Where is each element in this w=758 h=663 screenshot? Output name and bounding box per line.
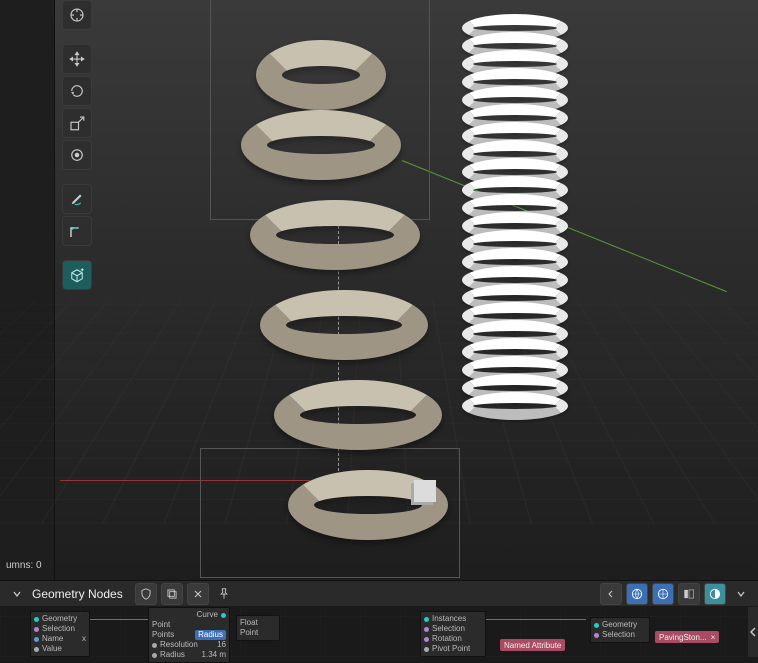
arrow-left-icon	[605, 588, 617, 600]
rotate-tool[interactable]	[62, 76, 92, 106]
node-curve[interactable]: Curve Point Points Radius Resolution 16 Ra…	[148, 607, 230, 663]
node-row-label: Pivot Point	[432, 644, 470, 654]
snap-globe-button-1[interactable]	[626, 583, 648, 605]
panel-toggle-right[interactable]	[704, 583, 726, 605]
node-row-label: Rotation	[432, 634, 462, 644]
node-field-value[interactable]: 1.34 m	[202, 650, 226, 660]
measure-icon	[68, 222, 86, 240]
node-row-label: Resolution	[160, 640, 198, 650]
node-row-label: Geometry	[602, 620, 637, 630]
cursor-tool[interactable]	[62, 0, 92, 30]
node-row-label: Selection	[42, 624, 75, 634]
node-row-label: Float	[240, 618, 258, 628]
move-tool[interactable]	[62, 44, 92, 74]
node-row-label: Value	[42, 644, 62, 654]
3d-viewport[interactable]	[0, 0, 758, 580]
node-row-label: Selection	[602, 630, 635, 640]
header-chevron[interactable]	[730, 583, 752, 605]
snap-globe-button-2[interactable]	[652, 583, 674, 605]
panel-left-icon	[682, 587, 696, 601]
editor-title: Geometry Nodes	[32, 587, 123, 601]
annotate-icon	[68, 190, 86, 208]
node-named-attribute[interactable]: Geometry Selection Name x Value	[30, 611, 90, 657]
transform-tool[interactable]	[62, 140, 92, 170]
globe-icon	[630, 587, 644, 601]
status-text: umns: 0	[6, 560, 42, 571]
duplicate-button[interactable]	[161, 583, 183, 605]
add-cube-tool[interactable]	[62, 260, 92, 290]
chevron-left-icon	[749, 627, 757, 637]
node-instances[interactable]: Instances Selection Rotation Pivot Point	[420, 611, 486, 657]
node-field-value[interactable]: x	[82, 634, 86, 644]
node-wire	[90, 619, 148, 620]
chevron-down-icon	[736, 589, 746, 599]
node-float-point[interactable]: Float Point	[236, 615, 280, 641]
node-field-value[interactable]: 16	[217, 640, 226, 650]
cube-icon	[68, 266, 86, 284]
spring-object-white[interactable]	[462, 14, 572, 419]
scale-tool[interactable]	[62, 108, 92, 138]
editor-type-dropdown[interactable]	[6, 583, 28, 605]
globe-icon	[656, 587, 670, 601]
node-field-value[interactable]: Radius	[195, 630, 226, 640]
node-row-label: Points	[152, 630, 174, 640]
node-badge-paving[interactable]: PavingSton... ×	[655, 631, 719, 643]
default-cube[interactable]	[414, 480, 436, 502]
node-geometry-out[interactable]: Geometry Selection	[590, 617, 650, 643]
annotate-tool[interactable]	[62, 184, 92, 214]
node-row-label: Point	[152, 620, 170, 630]
node-row-label: Radius	[160, 650, 185, 660]
node-editor-collapse-handle[interactable]	[748, 607, 758, 657]
viewport-toolbar	[62, 0, 92, 290]
arrow-left-button[interactable]	[600, 583, 622, 605]
panel-right-icon	[708, 587, 722, 601]
chevron-down-icon	[12, 589, 22, 599]
spiral-object-textured[interactable]	[246, 40, 426, 550]
badge-label: PavingSton...	[659, 633, 707, 642]
pin-button[interactable]	[213, 583, 235, 605]
node-row-label: Geometry	[42, 614, 77, 624]
node-graph-area[interactable]: Geometry Selection Name x Value Curve Poi…	[0, 607, 758, 657]
node-row-label: Instances	[432, 614, 466, 624]
measure-tool[interactable]	[62, 216, 92, 246]
node-editor-header: Geometry Nodes	[0, 581, 758, 607]
rotate-icon	[68, 82, 86, 100]
transform-icon	[68, 146, 86, 164]
scale-icon	[68, 114, 86, 132]
pin-icon	[217, 587, 231, 601]
close-button[interactable]	[187, 583, 209, 605]
close-icon	[192, 588, 204, 600]
node-badge-named-attribute[interactable]: Named Attribute	[500, 639, 565, 651]
node-header: Curve	[197, 610, 218, 620]
panel-toggle-overlay[interactable]	[678, 583, 700, 605]
move-icon	[68, 50, 86, 68]
shield-icon	[139, 587, 153, 601]
node-wire	[486, 619, 586, 620]
node-row-label: Name	[42, 634, 63, 644]
node-row-label: Point	[240, 628, 258, 638]
geometry-nodes-editor[interactable]: Geometry Nodes	[0, 580, 758, 656]
cursor-icon	[68, 6, 86, 24]
duplicate-icon	[165, 587, 179, 601]
shield-button[interactable]	[135, 583, 157, 605]
node-row-label: Selection	[432, 624, 465, 634]
